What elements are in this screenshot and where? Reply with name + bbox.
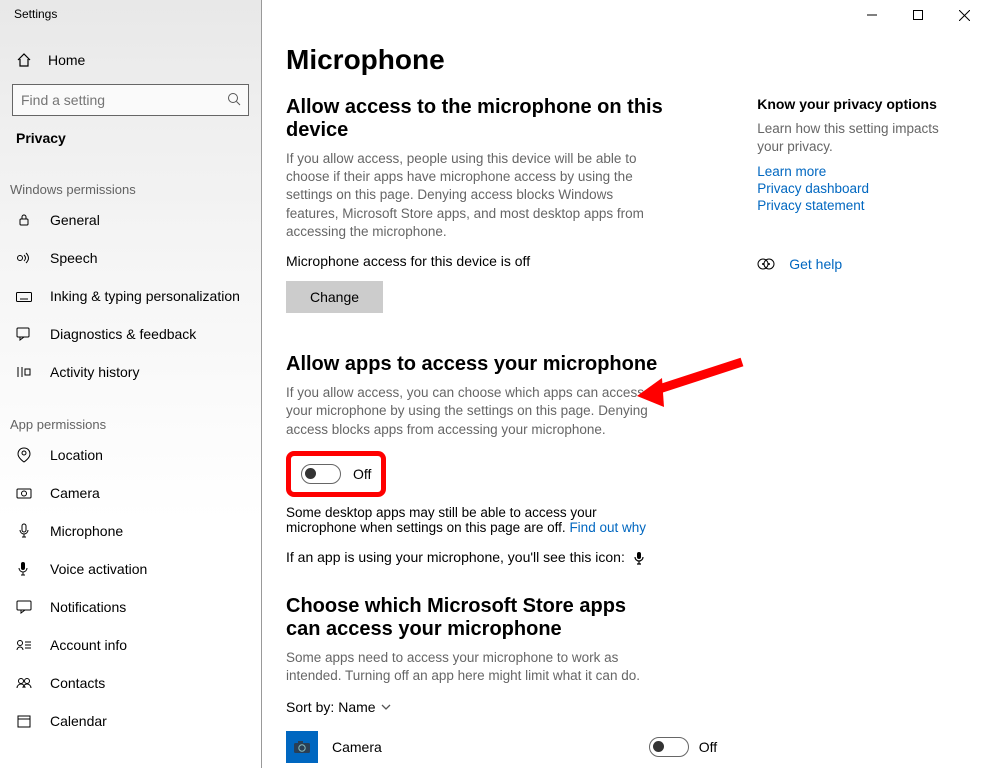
help-icon	[757, 255, 775, 273]
label: Inking & typing personalization	[50, 288, 240, 304]
sidebar-item-location[interactable]: Location	[0, 436, 261, 474]
group-header-apps: App permissions	[0, 391, 261, 436]
section1-title: Allow access to the microphone on this d…	[286, 96, 717, 142]
privacy-options-text: Learn how this setting impacts your priv…	[757, 120, 963, 156]
label: Activity history	[50, 364, 139, 380]
privacy-options-title: Know your privacy options	[757, 96, 963, 112]
group-header-windows: Windows permissions	[0, 156, 261, 201]
label: Diagnostics & feedback	[50, 326, 196, 342]
feedback-icon	[16, 327, 32, 341]
section1-text: If you allow access, people using this d…	[286, 150, 666, 241]
find-out-why-link[interactable]: Find out why	[569, 520, 646, 535]
label: Speech	[50, 250, 97, 266]
current-section: Privacy	[0, 116, 261, 156]
sidebar-item-microphone[interactable]: Microphone	[0, 512, 261, 550]
sidebar-item-activity[interactable]: Activity history	[0, 353, 261, 391]
chevron-down-icon	[380, 701, 392, 713]
account-icon	[16, 638, 32, 652]
sidebar-item-general[interactable]: General	[0, 201, 261, 239]
page-title: Microphone	[286, 44, 963, 76]
sidebar-item-diagnostics[interactable]: Diagnostics & feedback	[0, 315, 261, 353]
sidebar-item-calendar[interactable]: Calendar	[0, 702, 261, 740]
sidebar-item-notifications[interactable]: Notifications	[0, 588, 261, 626]
calendar-icon	[16, 714, 32, 728]
notifications-icon	[16, 600, 32, 614]
app-name: Camera	[332, 739, 525, 755]
search-input[interactable]	[12, 84, 249, 116]
camera-icon	[16, 487, 32, 499]
speech-icon	[16, 251, 32, 265]
voice-icon	[16, 561, 32, 577]
apps-access-toggle-label: Off	[353, 466, 371, 482]
section2-title: Allow apps to access your microphone	[286, 353, 717, 376]
change-button[interactable]: Change	[286, 281, 383, 313]
apps-access-toggle[interactable]	[301, 464, 341, 484]
sidebar-item-inking[interactable]: Inking & typing personalization	[0, 277, 261, 315]
lock-icon	[16, 213, 32, 227]
keyboard-icon	[16, 290, 32, 302]
annotation-highlight: Off	[286, 451, 386, 497]
home-label: Home	[48, 52, 85, 68]
home-nav[interactable]: Home	[0, 42, 261, 78]
app-row-camera: Camera Off	[286, 725, 717, 768]
main-content: Microphone Allow access to the microphon…	[262, 0, 987, 768]
camera-app-toggle[interactable]	[649, 737, 689, 757]
app-title: Settings	[0, 0, 261, 28]
label: Calendar	[50, 713, 107, 729]
camera-app-toggle-label: Off	[699, 739, 717, 755]
section3-text: Some apps need to access your microphone…	[286, 649, 646, 685]
label: Voice activation	[50, 561, 147, 577]
contacts-icon	[16, 676, 32, 690]
label: Notifications	[50, 599, 126, 615]
label: Contacts	[50, 675, 105, 691]
label: General	[50, 212, 100, 228]
microphone-indicator-icon	[633, 551, 645, 565]
sort-control[interactable]: Sort by: Name	[286, 699, 717, 715]
privacy-statement-link[interactable]: Privacy statement	[757, 198, 963, 213]
section3-title: Choose which Microsoft Store apps can ac…	[286, 595, 666, 641]
label: Location	[50, 447, 103, 463]
location-icon	[16, 447, 32, 463]
get-help-link[interactable]: Get help	[757, 255, 963, 273]
sidebar-item-camera[interactable]: Camera	[0, 474, 261, 512]
sidebar-item-contacts[interactable]: Contacts	[0, 664, 261, 702]
camera-app-icon	[286, 731, 318, 763]
section2-text: If you allow access, you can choose whic…	[286, 384, 656, 439]
label: Camera	[50, 485, 100, 501]
desktop-apps-note: Some desktop apps may still be able to a…	[286, 505, 656, 535]
history-icon	[16, 365, 32, 379]
sidebar: Settings Home Privacy Windows permission…	[0, 0, 262, 768]
privacy-dashboard-link[interactable]: Privacy dashboard	[757, 181, 963, 196]
label: Account info	[50, 637, 127, 653]
sidebar-item-speech[interactable]: Speech	[0, 239, 261, 277]
device-access-status: Microphone access for this device is off	[286, 253, 717, 269]
mic-in-use-note: If an app is using your microphone, you'…	[286, 549, 717, 565]
learn-more-link[interactable]: Learn more	[757, 164, 963, 179]
home-icon	[16, 52, 32, 68]
search-icon	[227, 92, 241, 106]
sidebar-item-account-info[interactable]: Account info	[0, 626, 261, 664]
microphone-icon	[16, 523, 32, 539]
sidebar-item-voice-activation[interactable]: Voice activation	[0, 550, 261, 588]
label: Microphone	[50, 523, 123, 539]
